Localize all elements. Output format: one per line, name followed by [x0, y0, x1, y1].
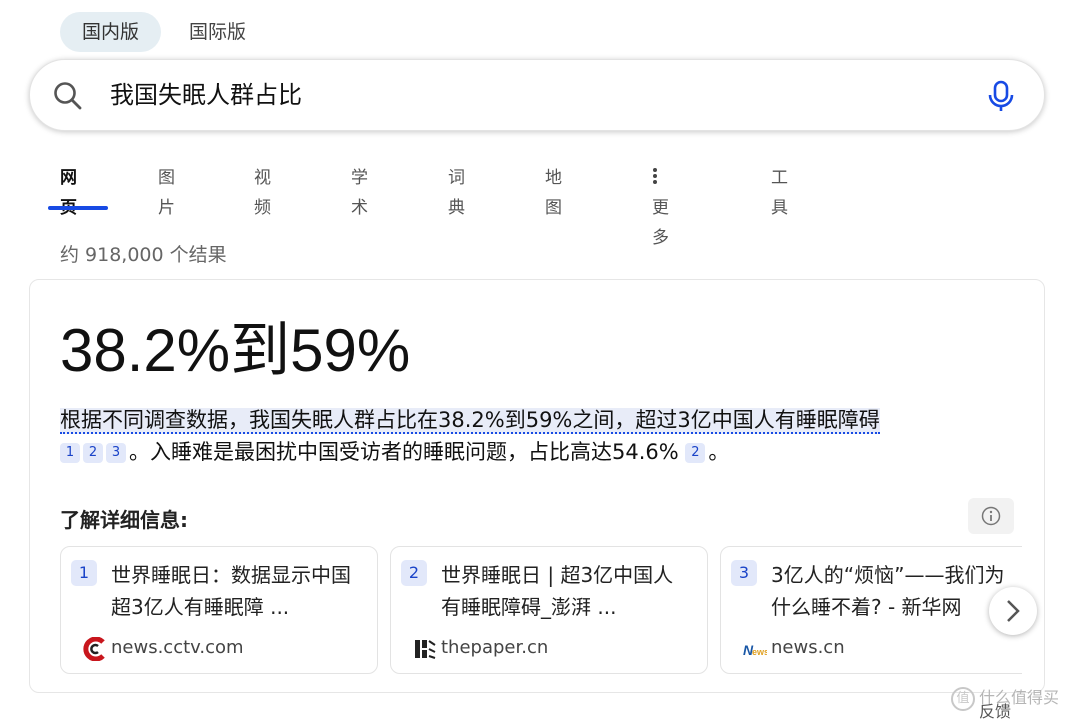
- snippet-text: 。入睡难是最困扰中国受访者的睡眠问题，占比高达54.6%: [129, 440, 679, 464]
- info-button[interactable]: [968, 498, 1014, 534]
- source-title[interactable]: 3亿人的“烦恼”——我们为什么睡不着? - 新华网: [771, 559, 1021, 623]
- answer-snippet: 根据不同调查数据，我国失眠人群占比在38.2%到59%之间，超过3亿中国人有睡眠…: [60, 404, 1022, 468]
- tab-international[interactable]: 国际版: [167, 12, 268, 52]
- snippet-highlight[interactable]: 根据不同调查数据，我国失眠人群占比在38.2%到59%之间，超过3亿中国人有睡眠…: [60, 408, 880, 434]
- feedback-link[interactable]: 反馈: [979, 698, 1011, 722]
- active-tab-underline: [48, 206, 108, 210]
- source-number: 3: [731, 560, 757, 586]
- xinhua-news-logo-icon: N ews: [743, 642, 767, 658]
- watermark-logo-icon: 值: [951, 686, 975, 711]
- citation-2[interactable]: 2: [83, 443, 103, 463]
- info-icon: [981, 506, 1001, 526]
- answer-card: 38.2%到59% 根据不同调查数据，我国失眠人群占比在38.2%到59%之间，…: [29, 279, 1045, 693]
- source-site: thepaper.cn: [441, 637, 549, 658]
- nav-dictionary[interactable]: 词典: [448, 163, 465, 218]
- nav-images[interactable]: 图片: [158, 163, 175, 218]
- learn-more-heading: 了解详细信息:: [60, 508, 188, 532]
- source-title[interactable]: 世界睡眠日 | 超3亿中国人有睡眠障碍_澎湃 ...: [441, 559, 691, 623]
- thepaper-logo-icon: [415, 640, 436, 659]
- source-card-2[interactable]: 2 世界睡眠日 | 超3亿中国人有睡眠障碍_澎湃 ... thepaper.cn: [390, 546, 708, 674]
- nav-maps[interactable]: 地图: [545, 163, 562, 218]
- search-input[interactable]: 我国失眠人群占比: [110, 60, 302, 130]
- source-carousel: 1 世界睡眠日：数据显示中国超3亿人有睡眠障 ... news.cctv.com…: [60, 546, 1022, 676]
- answer-headline: 38.2%到59%: [60, 317, 411, 384]
- cctv-logo-icon: [83, 637, 105, 661]
- more-vertical-icon: [653, 168, 657, 184]
- nav-more[interactable]: 更多: [652, 163, 669, 248]
- region-tabs: 国内版 国际版: [60, 12, 268, 52]
- chevron-right-icon: [1007, 600, 1020, 622]
- source-number: 1: [71, 560, 97, 586]
- search-box[interactable]: 我国失眠人群占比: [29, 59, 1045, 131]
- search-icon[interactable]: [52, 80, 84, 112]
- carousel-next-button[interactable]: [989, 587, 1037, 635]
- nav-tools[interactable]: 工具: [771, 163, 788, 218]
- source-card-3[interactable]: 3 3亿人的“烦恼”——我们为什么睡不着? - 新华网 N ews news.c…: [720, 546, 1022, 674]
- microphone-icon[interactable]: [986, 80, 1016, 112]
- nav-videos[interactable]: 视频: [254, 163, 271, 218]
- source-title[interactable]: 世界睡眠日：数据显示中国超3亿人有睡眠障 ...: [111, 559, 361, 623]
- source-site: news.cn: [771, 637, 845, 658]
- source-site: news.cctv.com: [111, 637, 244, 658]
- results-count: 约 918,000 个结果: [60, 244, 227, 266]
- tab-domestic[interactable]: 国内版: [60, 12, 162, 52]
- citation-1[interactable]: 1: [60, 443, 80, 463]
- source-card-1[interactable]: 1 世界睡眠日：数据显示中国超3亿人有睡眠障 ... news.cctv.com: [60, 546, 378, 674]
- nav-more-label: 更多: [652, 198, 669, 248]
- nav-academic[interactable]: 学术: [351, 163, 368, 218]
- nav-web[interactable]: 网页: [60, 163, 77, 218]
- svg-text:ews: ews: [752, 647, 767, 657]
- citation-2b[interactable]: 2: [685, 443, 706, 463]
- source-number: 2: [401, 560, 427, 586]
- snippet-end: 。: [708, 440, 730, 464]
- citation-3[interactable]: 3: [106, 443, 126, 463]
